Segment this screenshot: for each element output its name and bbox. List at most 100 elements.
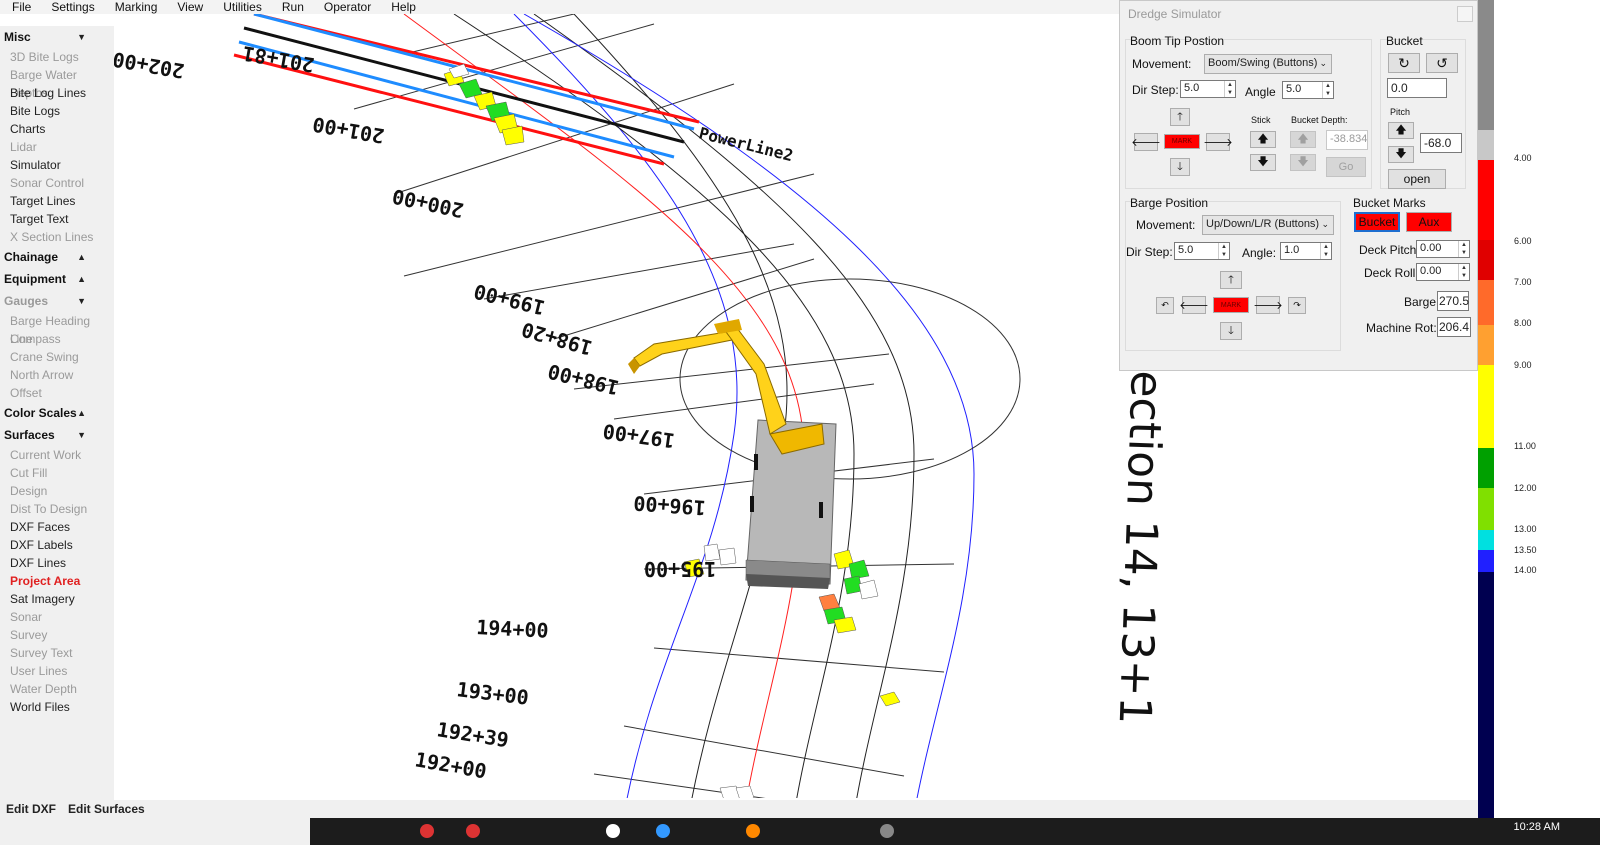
section-equipment[interactable]: Equipment ▲ [0,268,114,290]
machine-rot-field[interactable]: 206.4 [1437,317,1471,337]
barge-movement-select[interactable]: Up/Down/L/R (Buttons) ⌄ [1202,215,1334,235]
surface-water-depth[interactable]: Water Depth [0,680,114,698]
pitch-field[interactable]: -68.0 [1420,133,1462,153]
gauge-crane-swing[interactable]: Crane Swing [0,348,114,366]
taskbar-search-strip[interactable] [0,818,310,845]
go-button[interactable]: Go [1326,157,1366,177]
section-misc[interactable]: Misc ▼ [0,26,114,48]
layer-target-lines[interactable]: Target Lines [0,192,114,210]
rotate-cw-button[interactable]: ↺ [1426,53,1458,73]
surface-dxf-lines[interactable]: DXF Lines [0,554,114,572]
barge-mark-button[interactable]: MARK [1213,297,1249,313]
pitch-down-button[interactable]: 🡇 [1388,146,1414,163]
surface-sat-imagery[interactable]: Sat Imagery [0,590,114,608]
surface-cut-fill[interactable]: Cut Fill [0,464,114,482]
gauge-barge-heading-line[interactable]: Barge Heading Line [0,312,114,346]
stick-down-button[interactable]: 🡇 [1250,154,1276,171]
layer-bite-log-lines[interactable]: Bite Log Lines [0,84,114,102]
boom-angle-spinner[interactable]: 5.0 ▲ ▼ [1282,81,1334,99]
app-icon[interactable] [466,824,480,838]
boom-left-button[interactable]: 🡐 [1131,133,1161,151]
expand-up-icon[interactable]: ▲ [77,252,86,262]
gauge-offset[interactable]: Offset [0,384,114,402]
expand-up-icon[interactable]: ▲ [77,274,86,284]
gauge-compass[interactable]: Compass [0,330,114,348]
layer-sonar-control[interactable]: Sonar Control [0,174,114,192]
menu-marking[interactable]: Marking [105,0,168,14]
boom-movement-select[interactable]: Boom/Swing (Buttons) ⌄ [1204,54,1332,74]
barge-angle-spinner[interactable]: 1.0 ▲ ▼ [1280,242,1332,260]
layer-3d-bite-logs[interactable]: 3D Bite Logs [0,48,114,66]
section-color-scales[interactable]: Color Scales ▲ [0,402,114,424]
boom-right-button[interactable]: 🡒 [1203,133,1233,151]
surface-sonar[interactable]: Sonar [0,608,114,626]
app-icon[interactable] [420,824,434,838]
surface-world-files[interactable]: World Files [0,698,114,716]
menu-utilities[interactable]: Utilities [213,0,272,14]
edit-dxf-button[interactable]: Edit DXF [0,802,62,816]
spinner-arrows-icon[interactable]: ▲ ▼ [1458,264,1469,280]
depth-up-button[interactable]: 🡅 [1290,131,1316,148]
boom-dir-step-spinner[interactable]: 5.0 ▲ ▼ [1180,80,1236,98]
surface-survey[interactable]: Survey [0,626,114,644]
app-icon[interactable] [880,824,894,838]
barge-rotate-left-button[interactable]: ↶ [1156,297,1174,314]
surface-user-lines[interactable]: User Lines [0,662,114,680]
surface-survey-text[interactable]: Survey Text [0,644,114,662]
spinner-arrows-icon[interactable]: ▲ ▼ [1458,241,1469,257]
barge-left-button[interactable]: 🡐 [1179,296,1209,314]
layer-lidar[interactable]: Lidar [0,138,114,156]
barge-up-button[interactable]: 🡑 [1220,271,1242,289]
surface-dist-to-design[interactable]: Dist To Design [0,500,114,518]
surface-design[interactable]: Design [0,482,114,500]
edit-surfaces-button[interactable]: Edit Surfaces [62,802,151,816]
boom-up-button[interactable]: 🡑 [1170,108,1190,126]
spinner-arrows-icon[interactable]: ▲ ▼ [1320,243,1331,259]
layer-bite-logs[interactable]: Bite Logs [0,102,114,120]
layer-charts[interactable]: Charts [0,120,114,138]
deck-pitch-spinner[interactable]: 0.00 ▲ ▼ [1416,240,1470,258]
surface-dxf-labels[interactable]: DXF Labels [0,536,114,554]
pitch-up-button[interactable]: 🡅 [1388,122,1414,139]
depth-down-button[interactable]: 🡇 [1290,154,1316,171]
deck-roll-spinner[interactable]: 0.00 ▲ ▼ [1416,263,1470,281]
app-icon[interactable] [746,824,760,838]
section-gauges[interactable]: Gauges ▼ [0,290,114,312]
collapse-down-icon[interactable]: ▼ [77,32,86,42]
spinner-arrows-icon[interactable]: ▲ ▼ [1224,81,1235,97]
app-icon[interactable] [606,824,620,838]
section-surfaces[interactable]: Surfaces ▼ [0,424,114,446]
rotate-ccw-button[interactable]: ↻ [1388,53,1420,73]
menu-file[interactable]: File [0,0,41,14]
bucket-depth-field[interactable]: -38.834 [1326,130,1368,150]
menu-help[interactable]: Help [381,0,426,14]
expand-up-icon[interactable]: ▲ [77,408,86,418]
barge-heading-field[interactable]: 270.5 [1437,291,1469,311]
collapse-down-icon[interactable]: ▼ [77,296,86,306]
bucket-mark-button[interactable]: Bucket [1354,212,1400,232]
surface-current-work[interactable]: Current Work [0,446,114,464]
bucket-value-field[interactable]: 0.0 [1387,78,1447,98]
layer-simulator[interactable]: Simulator [0,156,114,174]
boom-mark-button[interactable]: MARK [1164,134,1200,149]
menu-settings[interactable]: Settings [41,0,104,14]
surface-project-area[interactable]: Project Area [0,572,114,590]
barge-right-button[interactable]: 🡒 [1253,296,1283,314]
barge-rotate-right-button[interactable]: ↷ [1288,297,1306,314]
spinner-arrows-icon[interactable]: ▲ ▼ [1322,82,1333,98]
layer-barge-water-depths[interactable]: Barge Water Depths [0,66,114,100]
menu-run[interactable]: Run [272,0,314,14]
surface-dxf-faces[interactable]: DXF Faces [0,518,114,536]
layer-target-text[interactable]: Target Text [0,210,114,228]
menu-view[interactable]: View [167,0,213,14]
close-button[interactable] [1457,6,1473,22]
section-chainage[interactable]: Chainage ▲ [0,246,114,268]
menu-operator[interactable]: Operator [314,0,381,14]
stick-up-button[interactable]: 🡅 [1250,131,1276,148]
collapse-down-icon[interactable]: ▼ [77,430,86,440]
gauge-north-arrow[interactable]: North Arrow [0,366,114,384]
app-icon[interactable] [656,824,670,838]
boom-down-button[interactable]: 🡓 [1170,158,1190,176]
aux-mark-button[interactable]: Aux [1406,212,1452,232]
barge-down-button[interactable]: 🡓 [1220,322,1242,340]
